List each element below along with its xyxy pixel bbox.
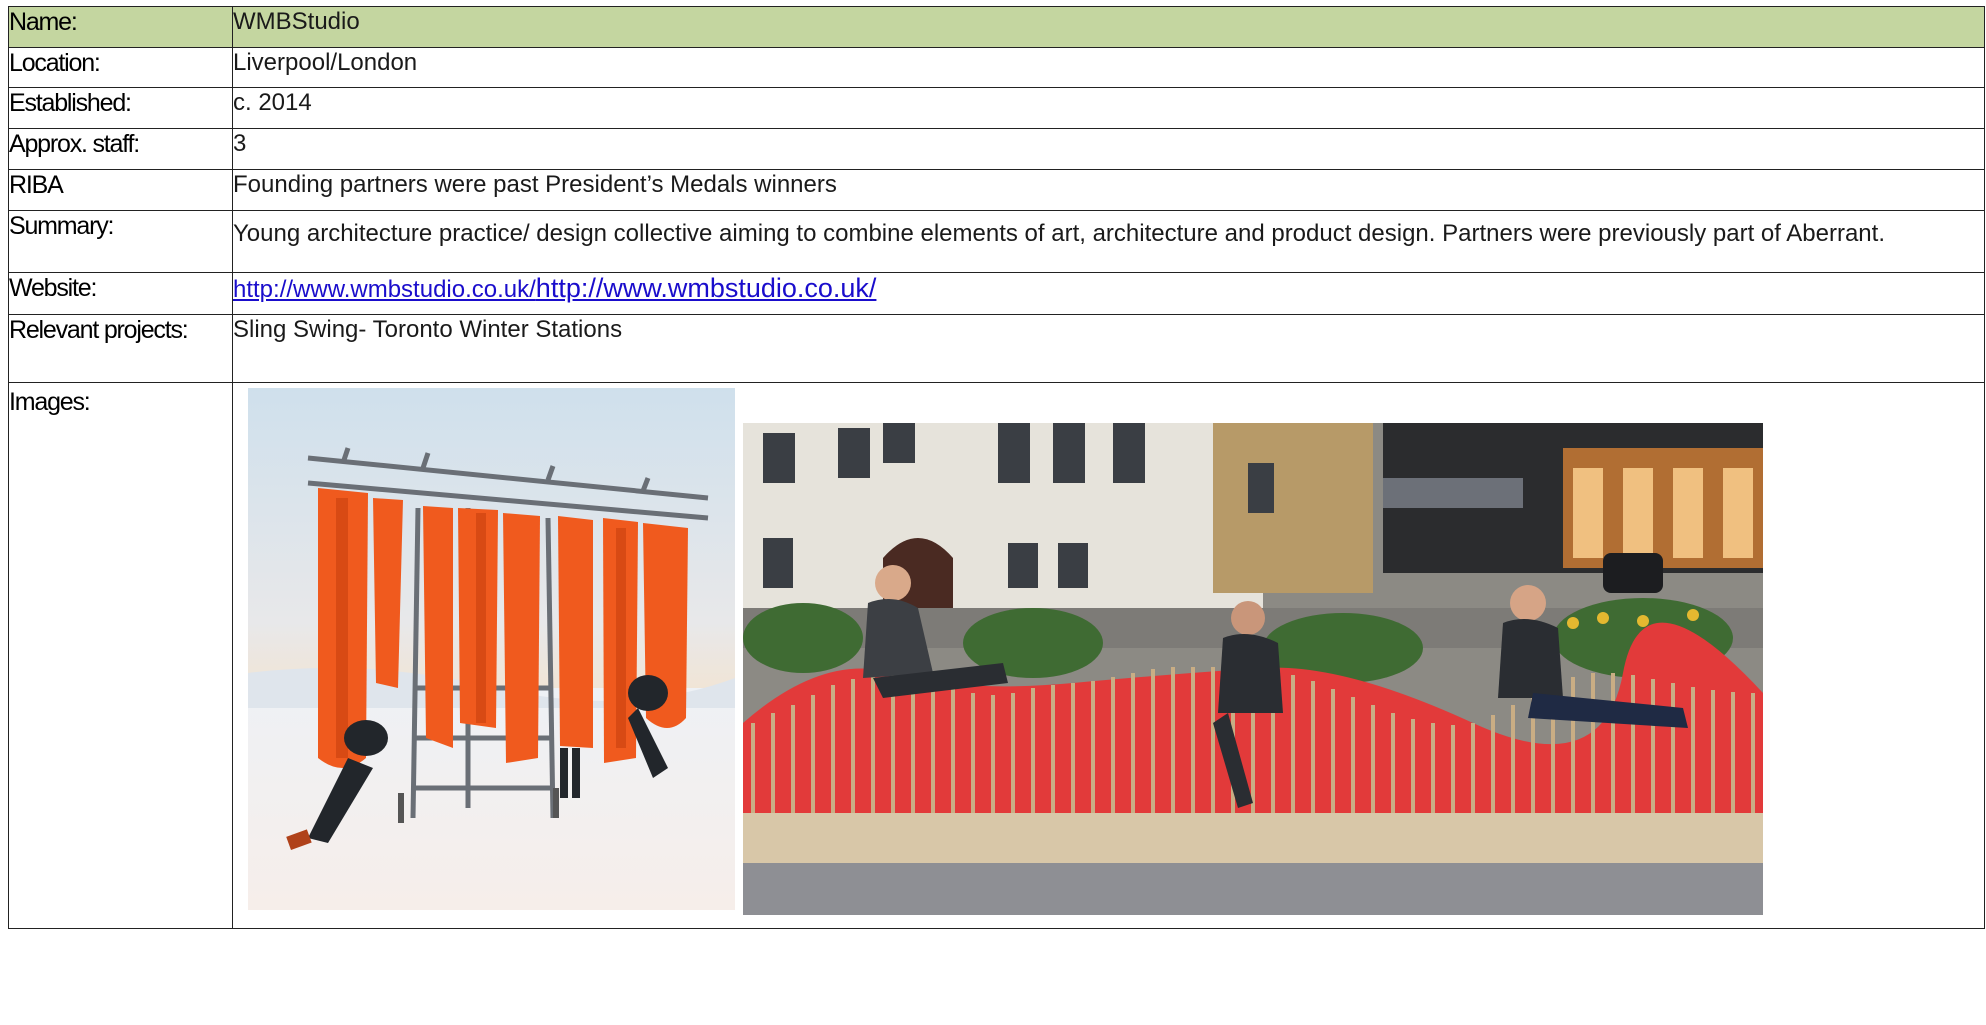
row-summary: Summary: Young architecture practice/ de… <box>8 210 1985 273</box>
bench-photo <box>743 423 1763 915</box>
row-riba: RIBA Founding partners were past Preside… <box>8 169 1985 211</box>
value-location: Liverpool/London <box>232 47 1985 88</box>
label-staff: Approx. staff: <box>8 128 233 170</box>
label-summary: Summary: <box>8 210 233 273</box>
value-riba: Founding partners were past President’s … <box>232 169 1985 211</box>
sling-swing-image <box>248 388 735 910</box>
label-website: Website: <box>8 272 233 315</box>
sling-swing-photo <box>248 388 735 910</box>
value-established: c. 2014 <box>232 87 1985 129</box>
info-table: Name: WMBStudio Location: Liverpool/Lond… <box>8 6 1985 929</box>
label-projects: Relevant projects: <box>8 314 233 383</box>
label-name: Name: <box>8 6 233 48</box>
value-name: WMBStudio <box>232 6 1985 48</box>
row-images: Images: <box>8 382 1985 929</box>
value-projects: Sling Swing- Toronto Winter Stations <box>232 314 1985 383</box>
row-projects: Relevant projects: Sling Swing- Toronto … <box>8 314 1985 383</box>
row-staff: Approx. staff: 3 <box>8 128 1985 170</box>
website-link-small[interactable]: http://www.wmbstudio.co.uk/ <box>233 276 536 303</box>
website-link-large[interactable]: http://www.wmbstudio.co.uk/ <box>536 273 877 303</box>
label-established: Established: <box>8 87 233 129</box>
value-images <box>232 382 1985 929</box>
bench-image <box>743 423 1763 915</box>
label-riba: RIBA <box>8 169 233 211</box>
row-name: Name: WMBStudio <box>8 6 1985 48</box>
value-staff: 3 <box>232 128 1985 170</box>
row-established: Established: c. 2014 <box>8 87 1985 129</box>
value-summary: Young architecture practice/ design coll… <box>232 210 1985 273</box>
images-container <box>233 383 1984 928</box>
row-website: Website: http://www.wmbstudio.co.uk/http… <box>8 272 1985 315</box>
value-website: http://www.wmbstudio.co.uk/http://www.wm… <box>232 272 1985 315</box>
label-location: Location: <box>8 47 233 88</box>
label-images: Images: <box>8 382 233 929</box>
row-location: Location: Liverpool/London <box>8 47 1985 88</box>
